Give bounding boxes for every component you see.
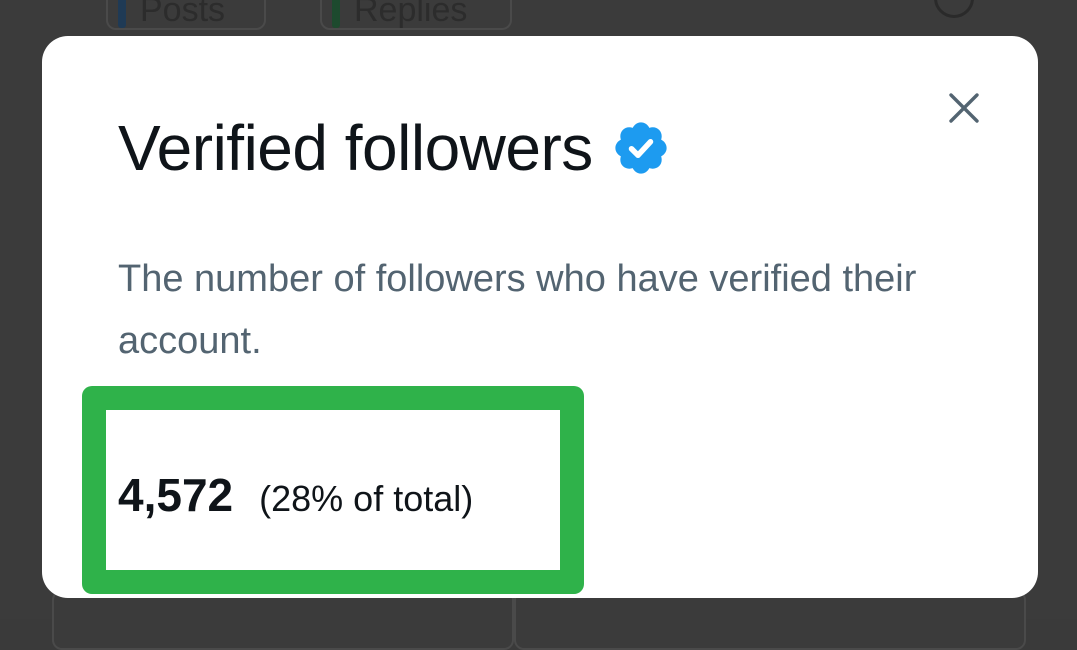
- replies-color-bar: [332, 0, 340, 28]
- dialog-header: Verified followers: [118, 116, 671, 180]
- verified-follower-count: 4,572: [118, 469, 234, 521]
- dialog-title: Verified followers: [118, 112, 593, 184]
- tab-posts: Posts: [106, 0, 266, 30]
- background-card: [52, 590, 514, 650]
- verified-followers-dialog: Verified followers The number of followe…: [42, 36, 1038, 598]
- background-card: [514, 590, 1026, 650]
- dialog-description: The number of followers who have verifie…: [118, 258, 917, 362]
- close-button[interactable]: [942, 88, 986, 132]
- close-icon: [947, 91, 981, 130]
- help-icon: [934, 0, 974, 18]
- verified-follower-percent: (28% of total): [259, 478, 474, 519]
- tab-posts-label: Posts: [140, 0, 226, 29]
- verified-badge-icon: [611, 118, 671, 178]
- posts-color-bar: [118, 0, 126, 28]
- verified-follower-stat: 4,572 (28% of total): [118, 468, 473, 522]
- tab-replies: Replies: [320, 0, 512, 30]
- tab-replies-label: Replies: [354, 0, 468, 29]
